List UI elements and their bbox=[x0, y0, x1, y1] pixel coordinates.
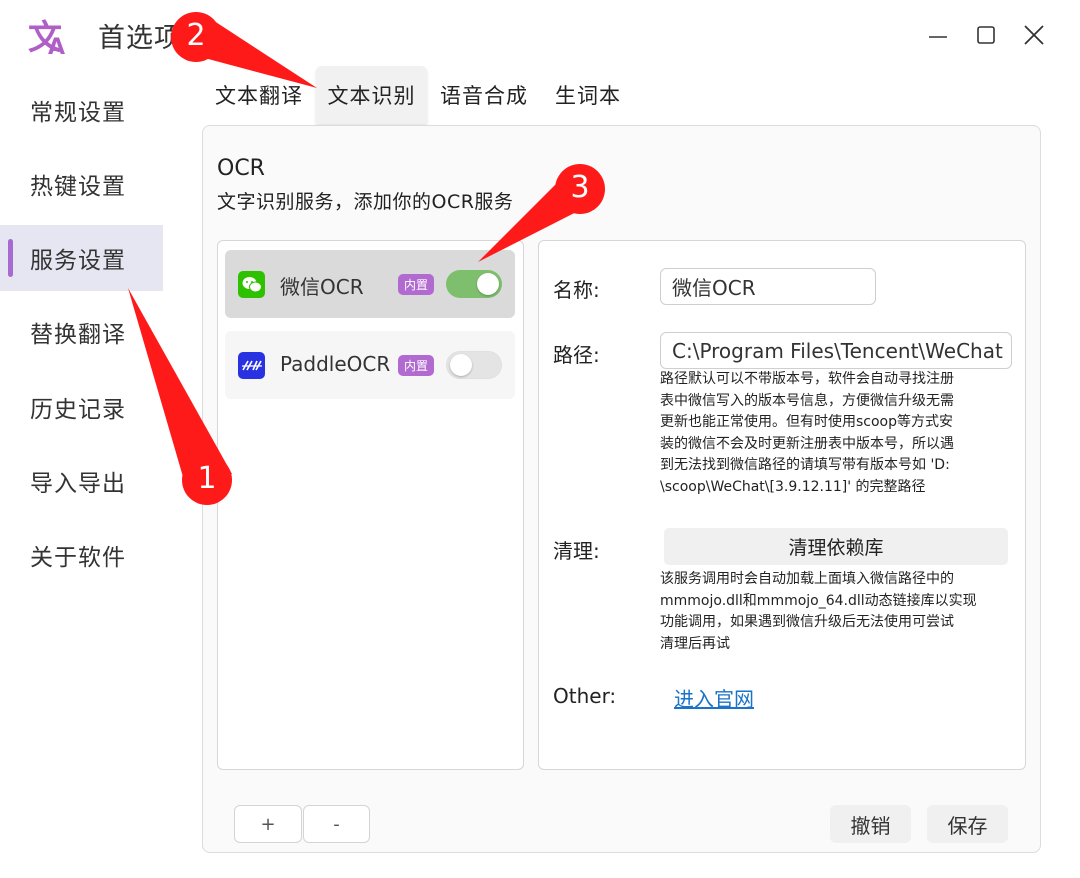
tab-label: 文本翻译 bbox=[215, 84, 303, 108]
hint-line: 路径默认可以不带版本号，软件会自动寻找注册 bbox=[660, 371, 954, 387]
sidebar-item-general[interactable]: 常规设置 bbox=[0, 77, 163, 143]
add-service-button[interactable]: + bbox=[234, 805, 302, 843]
tab-vocabulary[interactable]: 生词本 bbox=[543, 66, 633, 124]
sidebar-item-replace[interactable]: 替换翻译 bbox=[0, 299, 163, 365]
hint-line: \scoop\WeChat\[3.9.12.11]' 的完整路径 bbox=[660, 478, 926, 495]
section-description: 文字识别服务，添加你的OCR服务 使用 bbox=[217, 187, 597, 214]
hint-line: 装的微信不会及时更新注册表中版本号，所以遇 bbox=[660, 435, 954, 452]
section-title: OCR bbox=[217, 156, 265, 181]
hint-line: 功能调用，如果遇到微信升级后无法使用可尝试 bbox=[660, 614, 954, 630]
name-field[interactable]: 微信OCR bbox=[660, 268, 876, 305]
sidebar-item-label: 热键设置 bbox=[30, 174, 126, 200]
service-item-paddle-ocr[interactable]: PaddleOCR 内置 bbox=[225, 331, 515, 399]
official-site-link[interactable]: 进入官网 bbox=[674, 683, 754, 712]
hint-line: mmmojo.dll和mmmojo_64.dll动态链接库以实现 bbox=[660, 592, 977, 609]
remove-service-button[interactable]: - bbox=[303, 805, 370, 843]
hint-line: 清理后再试 bbox=[660, 635, 730, 652]
sidebar-item-hotkey[interactable]: 热键设置 bbox=[0, 151, 163, 217]
name-label: 名称: bbox=[553, 278, 600, 302]
builtin-badge: 内置 bbox=[398, 355, 434, 376]
sidebar-item-import-export[interactable]: 导入导出 bbox=[0, 448, 163, 514]
annotation-number-2: 2 bbox=[186, 18, 206, 53]
close-icon[interactable] bbox=[1019, 20, 1049, 50]
sidebar-item-label: 常规设置 bbox=[30, 100, 126, 126]
paddle-icon bbox=[238, 352, 265, 379]
sidebar-item-about[interactable]: 关于软件 bbox=[0, 522, 163, 588]
toggle-knob bbox=[477, 273, 499, 295]
hint-line: 该服务调用时会自动加载上面填入微信路径中的 bbox=[660, 571, 954, 587]
hint-line: 表中微信写入的版本号信息，方便微信升级无需 bbox=[660, 392, 954, 409]
service-name: 微信OCR bbox=[280, 275, 364, 299]
app-logo-icon: 文 A bbox=[28, 16, 72, 60]
minimize-icon[interactable] bbox=[923, 20, 953, 50]
wechat-icon bbox=[238, 271, 265, 298]
tab-text-recognition[interactable]: 文本识别 bbox=[316, 66, 427, 124]
service-toggle[interactable] bbox=[446, 270, 502, 298]
path-field[interactable]: C:\Program Files\Tencent\WeChat bbox=[660, 332, 1012, 369]
tab-label: 语音合成 bbox=[440, 84, 528, 108]
clean-dependencies-button[interactable]: 清理依赖库 bbox=[664, 528, 1008, 565]
service-item-wechat-ocr[interactable]: 微信OCR 内置 bbox=[225, 250, 515, 318]
sidebar-item-label: 替换翻译 bbox=[30, 322, 126, 348]
path-label: 路径: bbox=[553, 343, 600, 367]
sidebar-item-history[interactable]: 历史记录 bbox=[0, 374, 163, 440]
section-description-text: 文字识别服务，添加你的OCR服务 bbox=[217, 191, 514, 213]
active-indicator bbox=[8, 239, 13, 277]
cancel-button[interactable]: 撤销 bbox=[830, 805, 911, 843]
sidebar-item-label: 服务设置 bbox=[30, 248, 126, 274]
annotation-number-3: 3 bbox=[570, 170, 590, 205]
window-title: 首选项 bbox=[98, 23, 182, 54]
service-name: PaddleOCR bbox=[280, 352, 391, 376]
sidebar-item-label: 导入导出 bbox=[30, 471, 126, 497]
clean-hint: 该服务调用时会自动加载上面填入微信路径中的 mmmojo.dll和mmmojo_… bbox=[660, 569, 1010, 655]
tab-text-translate[interactable]: 文本翻译 bbox=[206, 66, 312, 124]
hint-line: 到无法找到微信路径的请填写带有版本号如 'D: bbox=[660, 457, 950, 473]
other-label: Other: bbox=[553, 684, 617, 708]
sidebar-item-label: 关于软件 bbox=[30, 545, 126, 571]
service-list bbox=[217, 240, 524, 770]
clean-label: 清理: bbox=[553, 539, 600, 563]
tab-label: 生词本 bbox=[555, 84, 621, 108]
builtin-badge: 内置 bbox=[398, 274, 434, 295]
svg-text:A: A bbox=[48, 35, 65, 56]
sidebar-item-label: 历史记录 bbox=[30, 397, 126, 423]
tab-label: 文本识别 bbox=[327, 84, 416, 108]
service-toggle[interactable] bbox=[446, 351, 502, 379]
annotation-number-1: 1 bbox=[197, 461, 217, 496]
path-hint: 路径默认可以不带版本号，软件会自动寻找注册 表中微信写入的版本号信息，方便微信升… bbox=[660, 369, 1010, 498]
hint-line: 更新也能正常使用。但有时使用scoop等方式安 bbox=[660, 414, 954, 430]
sidebar-item-services[interactable]: 服务设置 bbox=[0, 225, 163, 291]
maximize-icon[interactable] bbox=[971, 20, 1001, 50]
save-button[interactable]: 保存 bbox=[927, 805, 1008, 843]
tab-tts[interactable]: 语音合成 bbox=[431, 66, 537, 124]
toggle-knob bbox=[450, 354, 472, 376]
